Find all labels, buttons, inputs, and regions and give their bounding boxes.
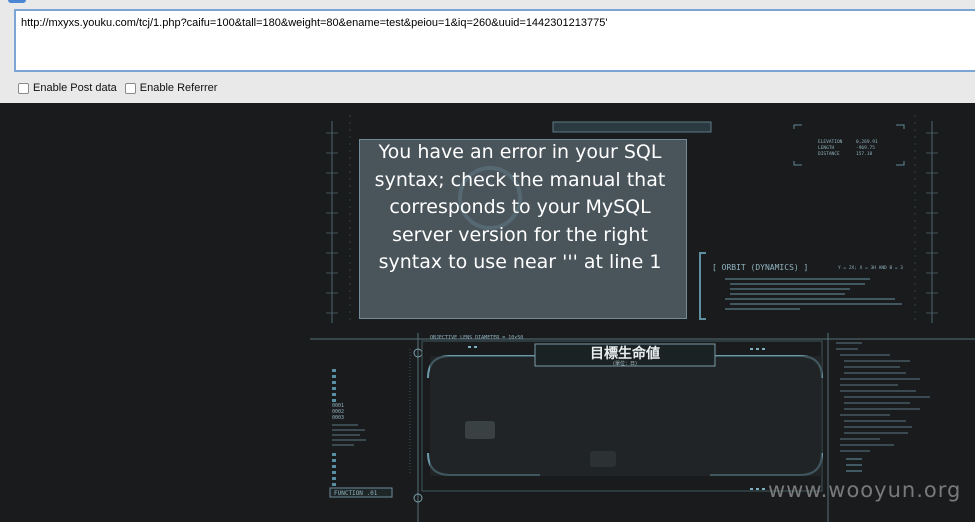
elevation-value: 0,269.91	[856, 139, 878, 145]
cn-subtitle: (單位：日)	[613, 360, 637, 367]
sql-error-line-1: You have an error in your SQL	[378, 141, 662, 163]
enable-post-data-label: Enable Post data	[33, 82, 117, 94]
sql-error-line-4: server version for the right	[392, 223, 648, 246]
left-text-lines	[332, 424, 366, 446]
function-label: FUNCTION .01	[334, 490, 378, 497]
left-indicator-column	[332, 369, 336, 486]
enable-referrer-checkbox[interactable]	[124, 82, 136, 94]
hud-readout-panel	[793, 124, 905, 166]
sql-error-message: You have an error in your SQL syntax; ch…	[359, 139, 681, 277]
hackbar-options: Enable Post data Enable Referrer	[18, 82, 225, 94]
length-value: -969.75	[856, 145, 875, 151]
lens-label: OBJECTIVE LENS DIAMETER = 10×50	[430, 335, 523, 341]
cn-title: 目標生命値	[590, 345, 660, 362]
sql-error-line-5: syntax to use near ''' at line 1	[378, 251, 662, 273]
sql-error-line-3: corresponds to your MySQL	[389, 196, 651, 218]
right-bar-meter	[846, 458, 862, 472]
orbit-bracket	[699, 252, 706, 320]
sql-error-line-2: syntax; check the manual that	[374, 168, 666, 191]
watermark: www.wooyun.org	[768, 478, 962, 502]
enable-referrer-label: Enable Referrer	[139, 82, 218, 94]
url-input[interactable]: http://mxyxs.youku.com/tcj/1.php?caifu=1…	[14, 9, 975, 72]
enable-referrer-option[interactable]: Enable Referrer	[124, 82, 218, 94]
right-text-list	[836, 342, 930, 452]
orbit-text-lines	[725, 278, 902, 310]
page-content: ELEVATION 0,269.91 LENGTH -969.75 DISTAN…	[0, 103, 975, 522]
distance-label: DISTANCE	[818, 151, 840, 157]
load-url-button[interactable]	[8, 0, 26, 3]
hud-top-bar	[552, 121, 712, 133]
enable-post-data-checkbox[interactable]	[18, 82, 29, 94]
code-0003: 0003	[332, 415, 344, 421]
orbit-formula: Y = 2X; X = 3H AND B = 3	[838, 265, 903, 271]
orbit-title: [ ORBIT (DYNAMICS) ]	[712, 263, 808, 272]
distance-value: 157.18	[856, 151, 873, 157]
length-label: LENGTH	[818, 145, 835, 151]
enable-post-data-option[interactable]: Enable Post data	[18, 82, 117, 94]
hackbar-toolbar: http://mxyxs.youku.com/tcj/1.php?caifu=1…	[0, 0, 975, 103]
elevation-label: ELEVATION	[818, 139, 843, 145]
